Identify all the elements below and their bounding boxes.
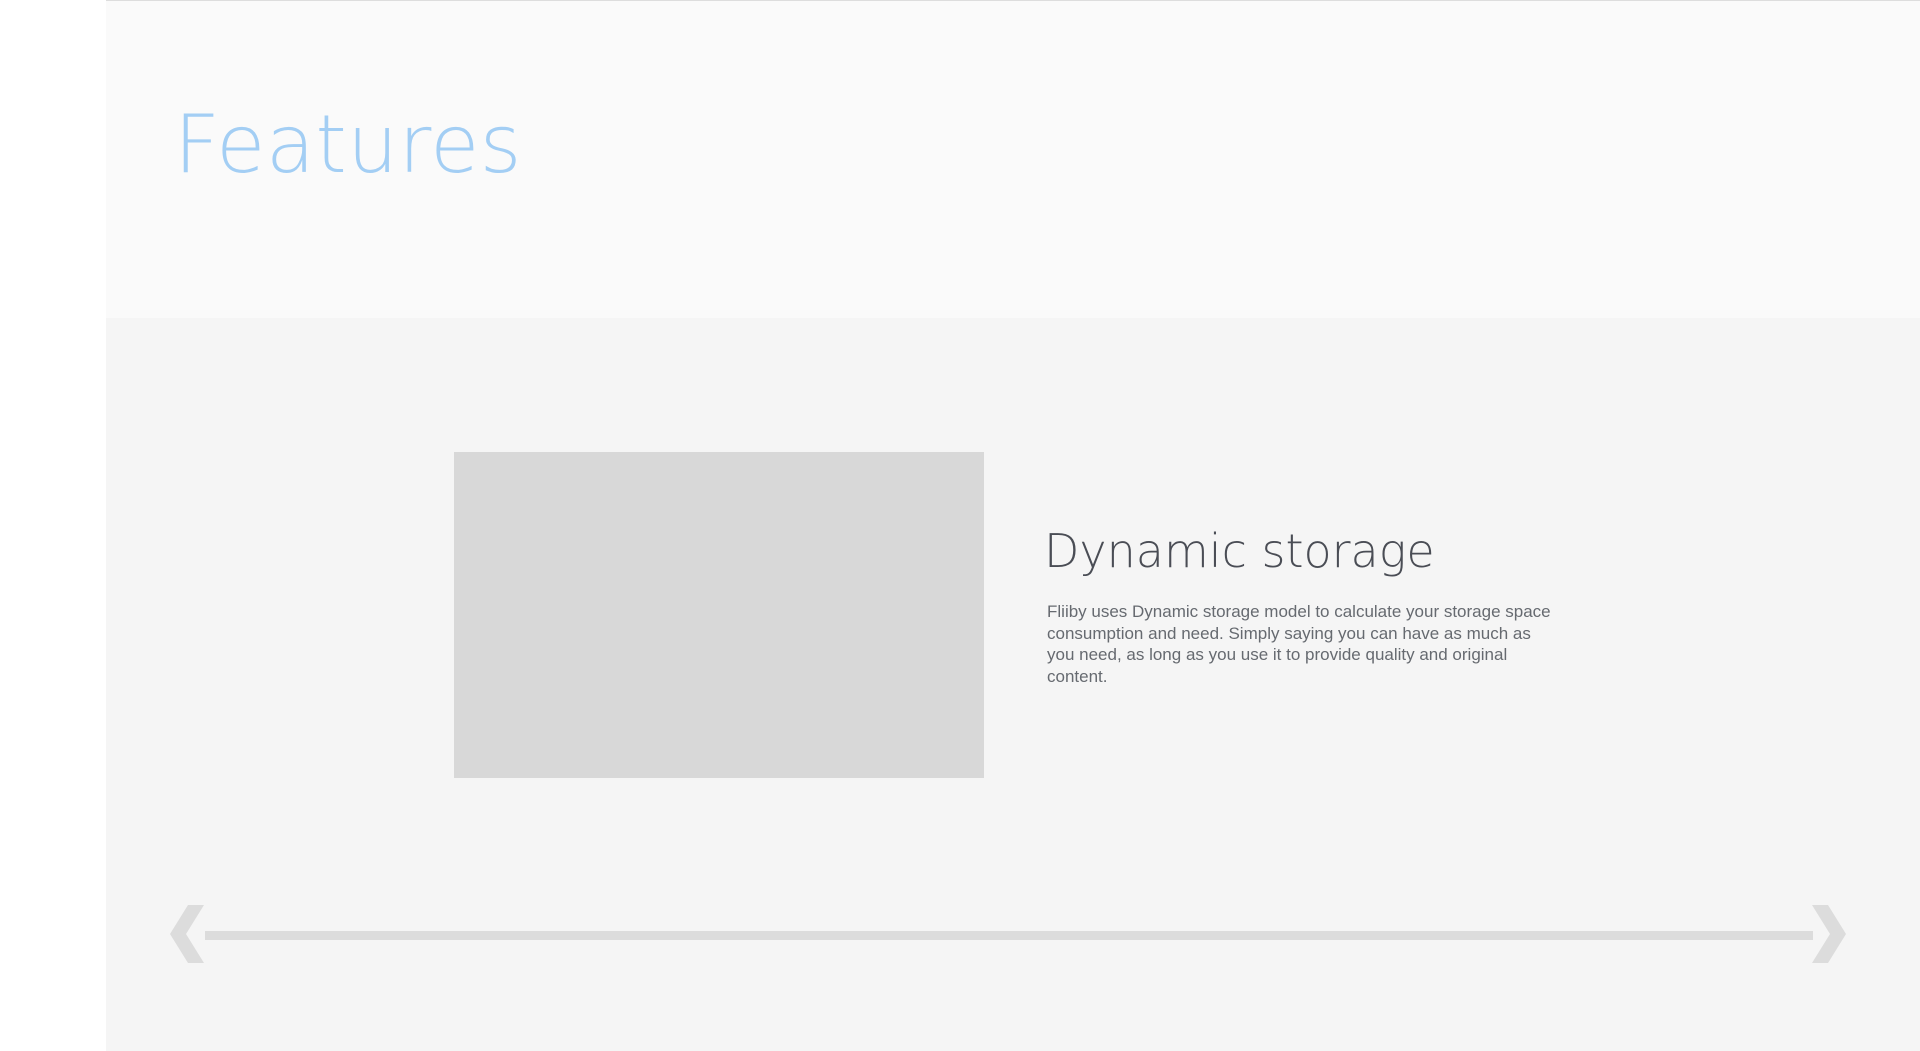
features-header: Features: [106, 0, 1920, 318]
features-carousel: Dynamic storage Fliiby uses Dynamic stor…: [106, 318, 1920, 1051]
feature-description: Fliiby uses Dynamic storage model to cal…: [1047, 602, 1551, 686]
chevron-left-icon: [170, 905, 204, 963]
carousel-prev-button[interactable]: [170, 905, 204, 963]
carousel-progress-track[interactable]: [205, 931, 1813, 940]
chevron-right-icon: [1812, 905, 1846, 963]
feature-heading: Dynamic storage: [1044, 524, 1435, 578]
page-title: Features: [174, 98, 522, 191]
left-gutter: [0, 0, 106, 1051]
carousel-next-button[interactable]: [1812, 905, 1846, 963]
feature-image-placeholder: [454, 452, 984, 778]
page: Features Dynamic storage Fliiby uses Dyn…: [0, 0, 1920, 1051]
